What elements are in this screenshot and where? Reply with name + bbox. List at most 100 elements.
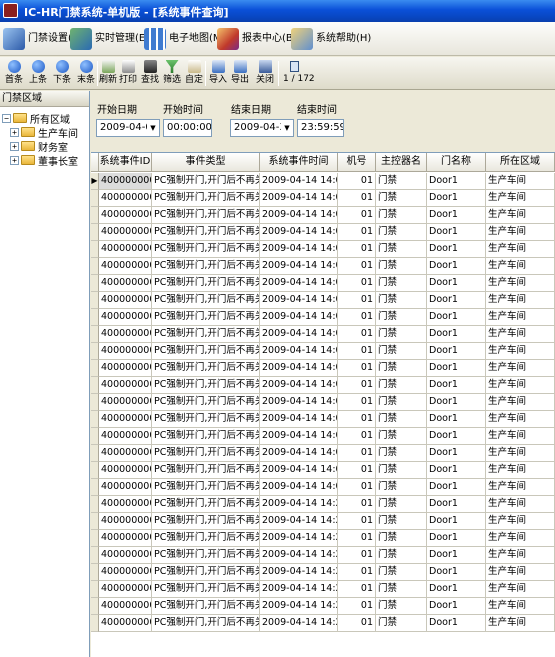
cell-controller: 门禁 <box>376 292 427 309</box>
cell-door: Door1 <box>427 343 486 360</box>
toolbar-separator <box>205 61 206 86</box>
collapse-icon[interactable]: − <box>2 113 11 123</box>
expand-icon[interactable]: + <box>10 141 19 151</box>
first-record-button[interactable]: 首条 <box>3 59 25 88</box>
cell-event-id: 400000000006 <box>99 598 152 615</box>
cell-event-time: 2009-04-14 14:01:59 <box>260 224 338 241</box>
end-time-field[interactable]: 23:59:59 <box>297 119 344 137</box>
window-title: IC-HR门禁系统-单机版 - [系统事件查询] <box>24 6 229 19</box>
expand-icon[interactable]: + <box>10 127 19 137</box>
import-button[interactable]: 导入 <box>207 59 229 88</box>
expand-icon[interactable]: + <box>10 155 19 165</box>
cell-area: 生产车间 <box>486 326 555 343</box>
cell-event-time: 2009-04-14 14:02:04 <box>260 241 338 258</box>
close-button[interactable]: 关闭 <box>254 59 276 88</box>
start-time-field[interactable]: 00:00:00 <box>163 119 212 137</box>
cell-event-type: PC强制开门,开门后不再关闭 <box>152 275 260 292</box>
tree-node-production-workshop[interactable]: + 生产车间 <box>10 125 78 140</box>
filter-icon <box>165 60 179 73</box>
chevron-down-icon[interactable]: ▼ <box>281 120 293 136</box>
row-indicator <box>91 292 99 309</box>
cell-event-type: PC强制开门,开门后不再关闭 <box>152 615 260 632</box>
cell-machine-no: 01 <box>338 394 376 411</box>
column-header-machine-no[interactable]: 机号 <box>338 153 376 172</box>
cell-event-id: 40000000000B <box>99 615 152 632</box>
page-indicator: 1 / 172 <box>283 74 315 84</box>
cell-controller: 门禁 <box>376 581 427 598</box>
column-header-area[interactable]: 所在区域 <box>486 153 555 172</box>
end-date-picker[interactable]: 2009-04-30 ▼ <box>230 119 294 137</box>
cell-area: 生产车间 <box>486 479 555 496</box>
cell-event-time: 2009-04-14 14:02:43 <box>260 258 338 275</box>
folder-icon <box>21 127 35 137</box>
refresh-button[interactable]: 刷新 <box>97 59 119 88</box>
export-button[interactable]: 导出 <box>229 59 251 88</box>
cell-door: Door1 <box>427 360 486 377</box>
cell-area: 生产车间 <box>486 190 555 207</box>
cell-controller: 门禁 <box>376 258 427 275</box>
menu-system-help[interactable]: 系统帮助(H) <box>291 27 371 51</box>
toolbar-label: 关闭 <box>255 75 274 85</box>
row-indicator <box>91 479 99 496</box>
cell-event-time: 2009-04-14 14:06:49 <box>260 343 338 360</box>
tree-node-chairman-office[interactable]: + 董事长室 <box>10 153 78 168</box>
menu-realtime-management[interactable]: 实时管理(E) <box>70 27 149 51</box>
cell-event-time: 2009-04-14 14:06:52 <box>260 360 338 377</box>
end-time-label: 结束时间 <box>297 105 337 116</box>
cell-door: Door1 <box>427 564 486 581</box>
column-header-door[interactable]: 门名称 <box>427 153 486 172</box>
chevron-down-icon[interactable]: ▼ <box>147 120 159 136</box>
last-record-button[interactable]: 末条 <box>75 59 97 88</box>
menu-electronic-map[interactable]: 电子地图(M) <box>144 27 225 51</box>
menu-label: 实时管理(E) <box>95 33 150 44</box>
tree-node-all-areas[interactable]: − 所有区域 <box>2 111 70 126</box>
start-date-label: 开始日期 <box>97 105 137 116</box>
cell-event-type: PC强制开门,开门后不再关闭 <box>152 241 260 258</box>
cell-machine-no: 01 <box>338 479 376 496</box>
next-record-icon <box>55 60 69 73</box>
cell-event-id: 400000000002 <box>99 513 152 530</box>
next-record-button[interactable]: 下条 <box>51 59 73 88</box>
start-time-value: 00:00:00 <box>167 122 212 133</box>
column-header-event-type[interactable]: 事件类型 <box>152 153 260 172</box>
cell-door: Door1 <box>427 258 486 275</box>
cell-event-type: PC强制开门,开门后不再关闭 <box>152 479 260 496</box>
menu-label: 报表中心(B) <box>242 33 297 44</box>
customize-button[interactable]: 自定 <box>183 59 205 88</box>
toolbar-label: 上条 <box>28 75 47 85</box>
cell-door: Door1 <box>427 241 486 258</box>
cell-controller: 门禁 <box>376 479 427 496</box>
column-header-event-id[interactable]: 系统事件ID <box>99 153 152 172</box>
cell-event-type: PC强制开门,开门后不再关闭 <box>152 445 260 462</box>
cell-area: 生产车间 <box>486 241 555 258</box>
cell-event-type: PC强制开门,开门后不再关闭 <box>152 343 260 360</box>
start-date-picker[interactable]: 2009-04-01 ▼ <box>96 119 160 137</box>
row-indicator <box>91 445 99 462</box>
cell-door: Door1 <box>427 275 486 292</box>
previous-record-button[interactable]: 上条 <box>27 59 49 88</box>
cell-event-id: 400000000005 <box>99 445 152 462</box>
cell-event-time: 2009-04-14 14:03:23 <box>260 275 338 292</box>
cell-area: 生产车间 <box>486 343 555 360</box>
title-bar: IC-HR门禁系统-单机版 - [系统事件查询] <box>0 0 555 22</box>
cell-event-type: PC强制开门,开门后不再关闭 <box>152 224 260 241</box>
cell-machine-no: 01 <box>338 360 376 377</box>
cell-controller: 门禁 <box>376 547 427 564</box>
row-indicator <box>91 326 99 343</box>
cell-controller: 门禁 <box>376 445 427 462</box>
tree-node-finance-room[interactable]: + 财务室 <box>10 139 68 154</box>
cell-area: 生产车间 <box>486 513 555 530</box>
column-header-controller[interactable]: 主控器名 <box>376 153 427 172</box>
filter-button[interactable]: 筛选 <box>161 59 183 88</box>
cell-machine-no: 01 <box>338 581 376 598</box>
print-button[interactable]: 打印 <box>117 59 139 88</box>
menu-report-center[interactable]: 报表中心(B) <box>217 27 297 51</box>
cell-door: Door1 <box>427 173 486 190</box>
find-button[interactable]: 查找 <box>139 59 161 88</box>
column-header-event-time[interactable]: 系统事件时间 <box>260 153 338 172</box>
cell-area: 生产车间 <box>486 564 555 581</box>
cell-event-time: 2009-04-14 14:22:41 <box>260 547 338 564</box>
cell-event-time: 2009-04-14 14:01:54 <box>260 190 338 207</box>
cell-event-id: 400000000004 <box>99 411 152 428</box>
row-indicator <box>91 275 99 292</box>
